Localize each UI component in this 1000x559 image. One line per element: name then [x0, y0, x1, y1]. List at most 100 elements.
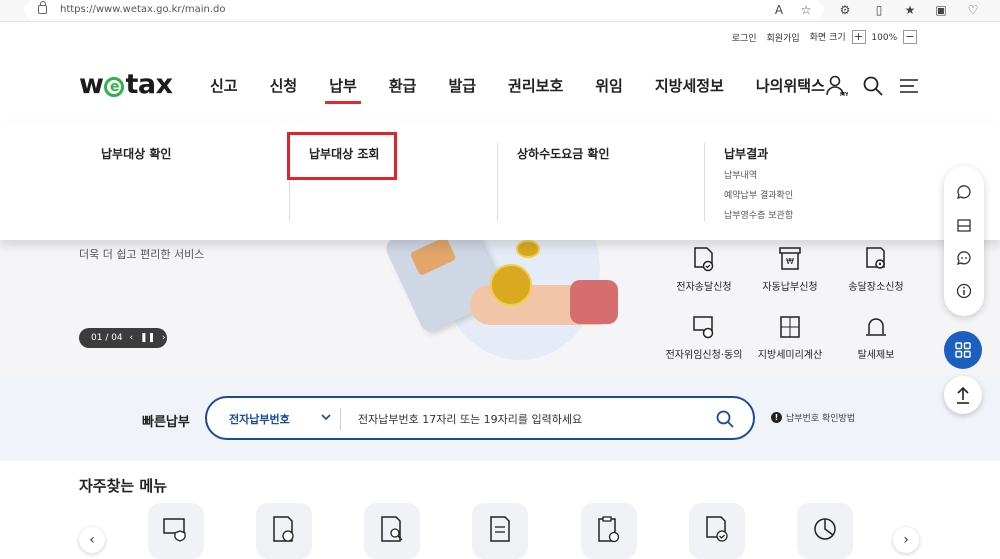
browser-extension-icon[interactable]: ♡ [966, 3, 980, 17]
zoom-out-button[interactable]: − [903, 30, 917, 44]
menu-payment-target-check[interactable]: 납부대상 확인 [101, 145, 171, 162]
next-arrow-icon[interactable]: › [162, 333, 166, 343]
browser-toolbar: https://www.wetax.go.kr/main.do A ☆ ⚙ ▯ … [0, 0, 1000, 22]
document-check-icon [694, 247, 714, 272]
carousel-prev-button[interactable]: ‹ [79, 527, 105, 553]
quick-tax-evasion-report[interactable]: 탈세제보 [831, 314, 921, 361]
help-text: 납부번호 확인방법 [786, 414, 856, 424]
chatbot-icon[interactable] [956, 250, 972, 266]
arrow-up-icon [957, 386, 969, 404]
submenu-receipt-box[interactable]: 납부영수증 보관함 [724, 211, 793, 222]
carousel-next-button[interactable]: › [893, 527, 919, 553]
floating-rail [944, 166, 984, 316]
scroll-top-button[interactable] [944, 376, 982, 414]
nav-item-refund[interactable]: 환급 [389, 75, 417, 96]
svg-text:MY: MY [840, 92, 848, 97]
my-user-icon[interactable]: MY [826, 75, 848, 97]
collections-icon[interactable]: ▣ [934, 3, 948, 17]
pager-count: 01 / 04 [91, 333, 123, 343]
frequent-menu-title: 자주찾는 메뉴 [79, 477, 168, 495]
monitor-shield-icon [163, 518, 186, 542]
menu-payment-result-title[interactable]: 납부결과 [724, 145, 793, 162]
menu-icon[interactable] [898, 75, 920, 97]
quick-label: 탈세제보 [857, 350, 895, 361]
banner-pager[interactable]: 01 / 04 ‹ ❚❚ › [79, 328, 167, 348]
nav-item-issue[interactable]: 발급 [448, 75, 476, 96]
wetax-logo[interactable]: w e tax [79, 69, 173, 100]
quick-auto-payment[interactable]: ₩ 자동납부신청 [745, 246, 835, 293]
menu-water-bill-check[interactable]: 상하수도요금 확인 [517, 145, 610, 162]
prev-arrow-icon[interactable]: ‹ [130, 333, 134, 343]
sleeve-illustration [570, 280, 618, 324]
quick-label: 송달장소신청 [848, 282, 904, 293]
frequent-tile[interactable] [472, 503, 528, 559]
zoom-label: 화면 크기 [809, 33, 846, 43]
pie-chart-icon [814, 518, 836, 540]
zoom-value: 100% [871, 33, 898, 43]
grid-icon [955, 342, 971, 358]
payment-type-select[interactable]: 전자납부번호 [229, 411, 290, 427]
logo-text-right: tax [125, 69, 173, 100]
frequent-tile[interactable] [797, 503, 853, 559]
fast-payment-section: 빠른납부 전자납부번호 ! 납부번호 확인방법 [0, 376, 1000, 461]
chat-check-icon[interactable] [956, 184, 972, 200]
select-divider [340, 408, 341, 430]
location-doc-icon [866, 247, 885, 269]
address-bar[interactable]: https://www.wetax.go.kr/main.do [24, 0, 824, 20]
pause-icon[interactable]: ❚❚ [140, 333, 155, 343]
fast-payment-label: 빠른납부 [142, 415, 190, 430]
frequent-tile[interactable] [689, 503, 745, 559]
quick-e-delegation[interactable]: 전자위임신청·동의 [659, 314, 749, 361]
nav-item-tax-info[interactable]: 지방세정보 [655, 75, 724, 96]
hero-subtitle: 더욱 더 쉽고 편리한 서비스 [79, 248, 205, 261]
lock-icon [38, 1, 47, 14]
search-icon[interactable] [715, 409, 735, 429]
frequent-tile[interactable] [581, 503, 637, 559]
favorite-star-icon[interactable]: ☆ [799, 3, 813, 17]
auto-pay-icon: ₩ [779, 247, 801, 270]
submenu-reserved-result[interactable]: 예약납부 결과확인 [724, 191, 793, 202]
frequent-tile[interactable] [256, 503, 312, 559]
read-aloud-icon[interactable]: A [772, 3, 786, 17]
nav-item-payment[interactable]: 납부 [325, 75, 361, 104]
siren-icon [866, 318, 886, 336]
alert-icon: ! [771, 412, 782, 423]
chevron-down-icon[interactable] [320, 411, 332, 423]
url-text: https://www.wetax.go.kr/main.do [60, 4, 226, 15]
nav-item-delegation[interactable]: 위임 [595, 75, 623, 96]
join-link[interactable]: 회원가입 [767, 31, 800, 44]
main-nav: 신고 신청 납부 환급 발급 권리보호 위임 지방세정보 나의위택스 [210, 75, 857, 104]
calculator-icon [780, 316, 800, 338]
nav-item-report[interactable]: 신고 [210, 75, 238, 96]
menu-divider [704, 143, 705, 221]
clipboard-icon [598, 516, 620, 543]
svg-text:₩: ₩ [786, 257, 794, 266]
menu-divider [497, 143, 498, 221]
login-link[interactable]: 로그인 [732, 31, 757, 44]
highlight-box [287, 132, 397, 180]
nav-item-rights[interactable]: 권리보호 [508, 75, 563, 96]
quick-e-delivery[interactable]: 전자송달신청 [659, 246, 749, 293]
quick-label: 지방세미리계산 [757, 350, 823, 361]
coin-illustration [516, 240, 540, 258]
utility-bar: 로그인 회원가입 화면 크기 + 100% − [732, 30, 920, 44]
extensions-icon[interactable]: ⚙ [838, 3, 852, 17]
menu-payment-result: 납부결과 납부내역 예약납부 결과확인 납부영수증 보관함 [724, 145, 793, 222]
nav-item-apply[interactable]: 신청 [270, 75, 298, 96]
payment-number-input[interactable] [358, 406, 698, 432]
search-icon[interactable] [862, 75, 884, 97]
frequent-tile[interactable] [364, 503, 420, 559]
split-screen-icon[interactable]: ▯ [872, 3, 886, 17]
zoom-in-button[interactable]: + [851, 30, 866, 44]
quick-delivery-address[interactable]: 송달장소신청 [831, 246, 921, 293]
favorites-icon[interactable]: ★ [903, 3, 917, 17]
inbox-icon[interactable] [956, 217, 972, 233]
all-menu-button[interactable] [944, 331, 982, 369]
info-icon[interactable] [956, 283, 972, 299]
submenu-payment-history[interactable]: 납부내역 [724, 171, 793, 182]
nav-item-my-wetax[interactable]: 나의위택스 [756, 75, 825, 96]
frequent-tile[interactable] [148, 503, 204, 559]
payment-number-help[interactable]: ! 납부번호 확인방법 [771, 411, 855, 424]
logo-e-mark: e [104, 77, 125, 97]
quick-tax-calculator[interactable]: 지방세미리계산 [745, 314, 835, 361]
